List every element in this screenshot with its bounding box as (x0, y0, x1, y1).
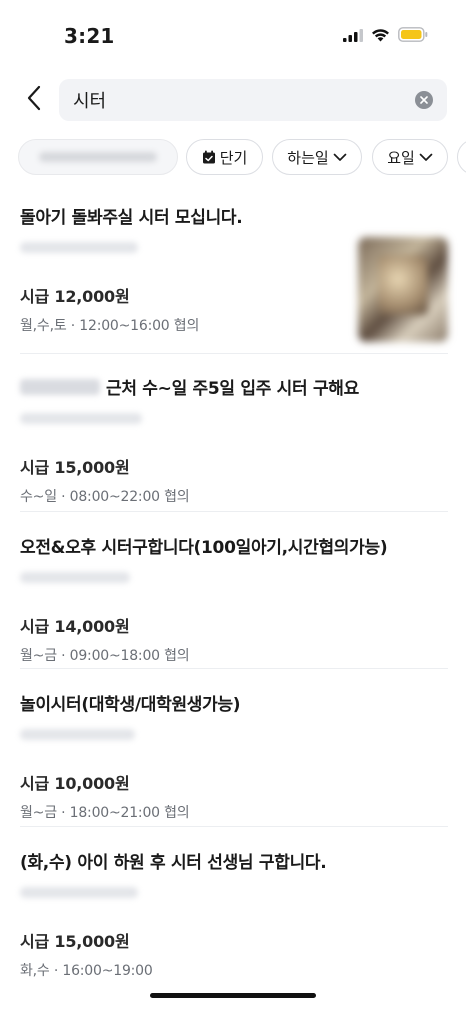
listing-title: 놀이시터(대학생/대학원생가능) (20, 695, 241, 715)
blurred-location-text (39, 152, 157, 162)
status-time: 3:21 (64, 24, 115, 48)
filter-chip-task-label: 하는일 (287, 148, 329, 167)
home-indicator[interactable] (150, 993, 316, 998)
filter-chip-day-label: 요일 (387, 148, 415, 167)
back-button[interactable] (18, 83, 50, 117)
thumbnail-photo (378, 255, 428, 315)
listing-wage: 시급 15,000원 (20, 932, 130, 951)
filter-chips: 단기 하는일 요일 (0, 139, 466, 177)
blurred-listing-meta (20, 572, 130, 583)
job-listing[interactable]: 놀이시터(대학생/대학원생가능) 시급 10,000원 월~금 · 18:00~… (20, 690, 448, 822)
divider (20, 826, 448, 827)
chevron-down-icon (333, 153, 347, 162)
filter-chip-short-term[interactable]: 단기 (186, 139, 263, 175)
job-listing[interactable]: (화,수) 아이 하원 후 시터 선생님 구합니다. 시급 15,000원 화,… (20, 848, 448, 980)
listing-title: (화,수) 아이 하원 후 시터 선생님 구합니다. (20, 853, 327, 873)
status-icons (343, 27, 428, 46)
listing-wage: 시급 15,000원 (20, 458, 130, 477)
listing-schedule: 월~금 · 09:00~18:00 협의 (20, 648, 190, 664)
wifi-icon (371, 27, 390, 46)
listing-wage: 시급 14,000원 (20, 617, 130, 636)
chevron-down-icon (419, 153, 433, 162)
clear-icon (420, 96, 428, 104)
job-listing[interactable]: 근처 수~일 주5일 입주 시터 구해요 시급 15,000원 수~일 · 08… (20, 374, 448, 506)
search-input[interactable] (73, 89, 393, 111)
filter-chip-more[interactable] (457, 139, 466, 175)
filter-chip-short-term-label: 단기 (219, 148, 248, 167)
listing-wage: 시급 10,000원 (20, 774, 130, 793)
calendar-icon (202, 150, 216, 164)
signal-icon (343, 27, 363, 46)
listing-title: 오전&오후 시터구합니다(100일아기,시간협의가능) (20, 538, 388, 558)
filter-chip-task[interactable]: 하는일 (272, 139, 362, 175)
listing-schedule: 수~일 · 08:00~22:00 협의 (20, 489, 190, 505)
listing-schedule: 화,수 · 16:00~19:00 (20, 963, 153, 979)
chevron-left-icon (26, 85, 42, 115)
filter-chip-day[interactable]: 요일 (372, 139, 448, 175)
blurred-location-text (20, 378, 100, 395)
listing-title: 근처 수~일 주5일 입주 시터 구해요 (106, 379, 359, 399)
battery-icon (398, 27, 428, 46)
job-listing[interactable]: 오전&오후 시터구합니다(100일아기,시간협의가능) 시급 14,000원 월… (20, 533, 448, 665)
blurred-listing-meta (20, 242, 138, 253)
blurred-listing-meta (20, 729, 135, 740)
status-bar: 3:21 (0, 0, 466, 70)
blurred-listing-meta (20, 413, 142, 424)
blurred-listing-meta (20, 887, 138, 898)
listing-thumbnail[interactable] (358, 237, 448, 342)
divider (20, 511, 448, 512)
divider (20, 668, 448, 669)
listing-title-row: 근처 수~일 주5일 입주 시터 구해요 (20, 374, 448, 399)
divider (20, 353, 448, 354)
filter-chip-location[interactable] (18, 139, 178, 175)
search-header (0, 79, 466, 121)
clear-search-button[interactable] (415, 91, 433, 109)
listing-title: 돌아기 돌봐주실 시터 모십니다. (20, 208, 243, 228)
search-box[interactable] (59, 79, 447, 121)
listing-schedule: 월~금 · 18:00~21:00 협의 (20, 805, 190, 821)
